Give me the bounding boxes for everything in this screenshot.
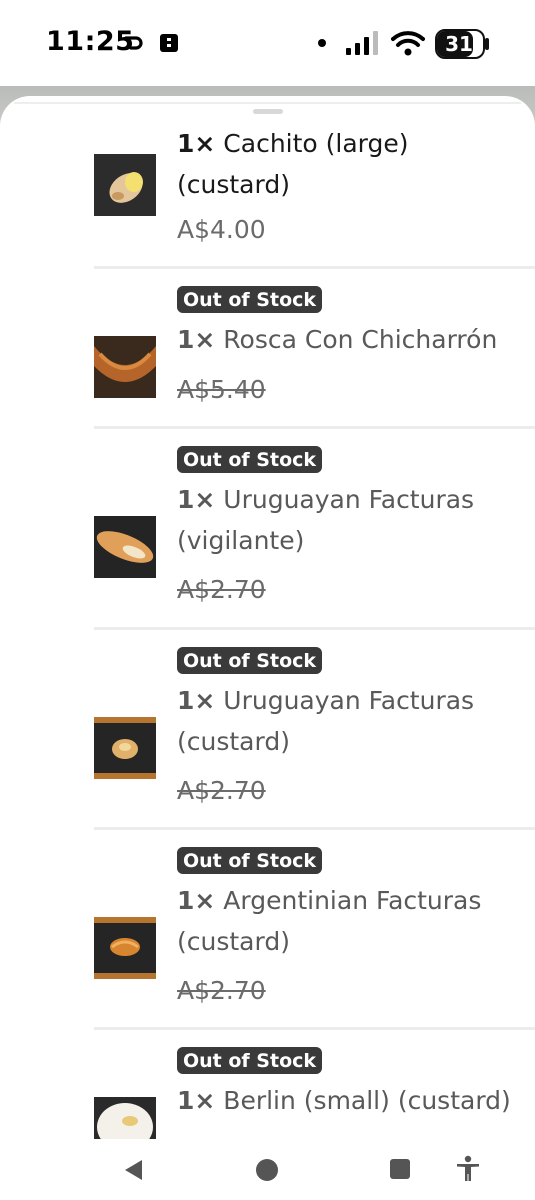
berlin-image [94,1097,156,1139]
vigilante-image [94,516,156,578]
cart-item[interactable]: Out of Stock 1× Argentinian Facturas (cu… [0,847,535,1027]
divider [94,827,535,830]
item-title: Berlin (small) (custard) [223,1086,511,1115]
dot-icon [318,39,326,47]
item-variant: (custard) [177,927,290,956]
sim-icon [160,34,178,52]
out-of-stock-badge: Out of Stock [177,286,323,313]
divider [94,426,535,429]
out-of-stock-badge: Out of Stock [177,647,323,674]
item-price: A$5.40 [177,375,266,404]
item-title: Uruguayan Facturas [223,686,475,715]
recents-icon[interactable] [389,1158,411,1180]
accessibility-icon[interactable] [455,1155,481,1183]
out-of-stock-badge: Out of Stock [177,847,323,874]
item-name: 1× Uruguayan Facturas (custard) [177,680,517,762]
out-of-stock-badge: Out of Stock [177,1047,323,1074]
cart-item[interactable]: Out of Stock 1× Uruguayan Facturas (cust… [0,647,535,827]
item-title: Uruguayan Facturas [223,485,475,514]
item-name: 1× Rosca Con Chicharrón [177,319,517,360]
divider [94,627,535,630]
divider [94,1027,535,1030]
battery-level: 31 [445,32,473,56]
cart-item[interactable]: Out of Stock 1× Rosca Con Chicharrón A$5… [0,286,535,426]
item-title: Rosca Con Chicharrón [223,325,498,354]
signal-icon [346,31,378,55]
item-qty: 1× [177,686,216,715]
item-price: A$2.70 [177,776,266,805]
item-title: Argentinian Facturas [223,886,482,915]
rosca-image [94,336,156,398]
out-of-stock-badge: Out of Stock [177,446,323,473]
cart-item[interactable]: 1× Cachito (large) (custard) A$4.00 [0,96,535,272]
item-name: 1× Argentinian Facturas (custard) [177,880,517,962]
cachito-image [94,154,156,216]
uruguayan-custard-image [94,717,156,779]
item-title: Cachito (large) [223,129,409,158]
status-bar: 11:25 31 [0,0,535,86]
item-qty: 1× [177,129,216,158]
home-icon[interactable] [255,1158,279,1182]
item-variant: (vigilante) [177,526,305,555]
item-name: 1× Berlin (small) (custard) [177,1080,517,1121]
cart-sheet[interactable]: 1× Cachito (large) (custard) A$4.00 Out … [0,96,535,1200]
item-qty: 1× [177,325,216,354]
item-variant: (custard) [177,727,290,756]
item-name: 1× Cachito (large) (custard) [177,123,517,205]
item-variant: (custard) [177,170,290,199]
item-price: A$2.70 [177,976,266,1005]
back-icon[interactable] [122,1158,146,1182]
status-time: 11:25 [46,26,135,57]
item-qty: 1× [177,886,216,915]
item-price: A$4.00 [177,215,266,244]
item-qty: 1× [177,485,216,514]
item-price: A$2.70 [177,575,266,604]
divider [94,266,535,269]
argentinian-custard-image [94,917,156,979]
navigation-bar [0,1140,535,1200]
cart-item[interactable]: Out of Stock 1× Uruguayan Facturas (vigi… [0,446,535,626]
item-name: 1× Uruguayan Facturas (vigilante) [177,479,517,561]
wifi-icon [391,31,425,56]
link-icon [124,36,143,50]
item-qty: 1× [177,1086,216,1115]
